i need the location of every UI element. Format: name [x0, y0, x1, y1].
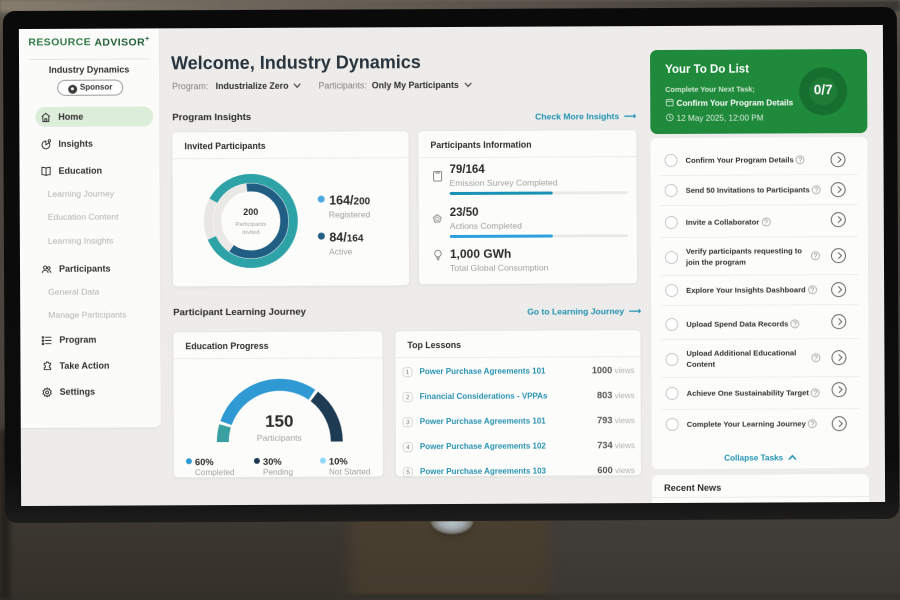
- svg-text:200: 200: [243, 207, 258, 217]
- svg-text:Invited: Invited: [242, 230, 259, 236]
- svg-text:Participants: Participants: [235, 222, 266, 228]
